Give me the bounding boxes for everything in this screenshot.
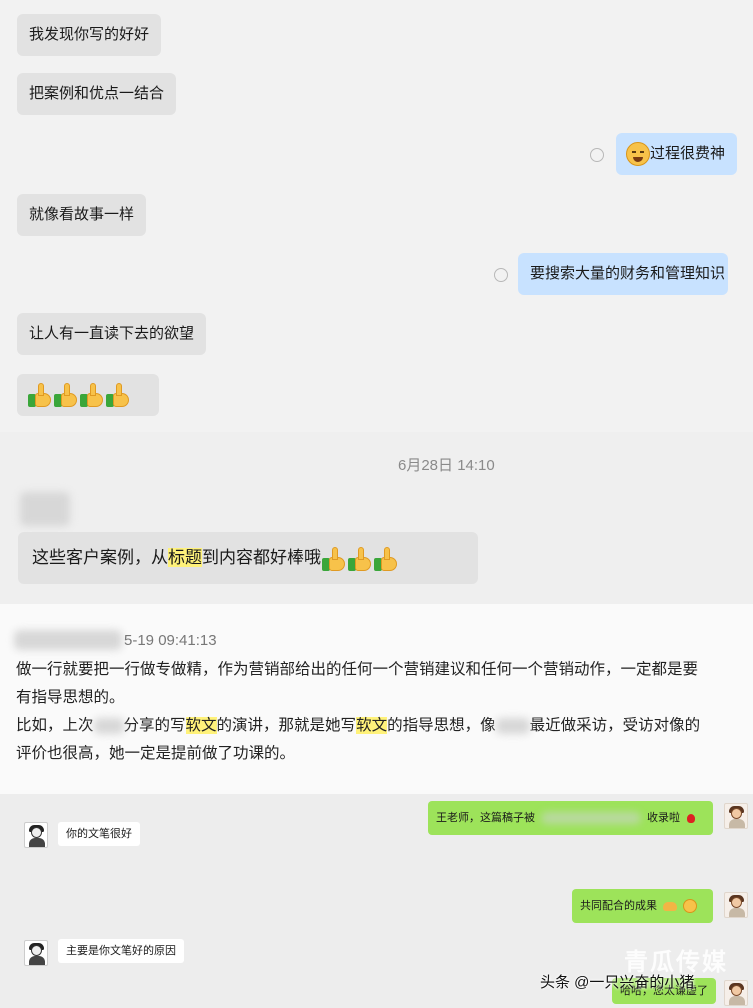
post-text: 最近做采访，受访对像的: [529, 717, 701, 734]
received-message[interactable]: 主要是你文笔好的原因: [58, 939, 184, 963]
highlighted-keyword: 软文: [356, 717, 388, 734]
thumbs-up-icon: [105, 381, 131, 409]
post-text: 的指导思想，像: [387, 717, 496, 734]
received-message[interactable]: 让人有一直读下去的欲望: [17, 313, 207, 355]
thumbs-up-icon: [53, 381, 79, 409]
post-line: 比如，上次 分享的写软文的演讲，那就是她写软文的指导思想，像 最近做采访，受访对像的: [16, 712, 744, 740]
avatar[interactable]: [724, 803, 748, 829]
chat-timestamp: 6月28日 14:10: [398, 457, 495, 474]
read-receipt-icon: [590, 148, 604, 162]
blurred-avatar: [20, 492, 70, 526]
post-text: 分享的写: [123, 717, 186, 734]
post-line: 评价也很高，她一定是提前做了功课的。: [16, 745, 296, 762]
message-text: 这些客户案例，从: [32, 548, 168, 567]
message-text: 收录啦: [647, 812, 680, 824]
received-message[interactable]: 把案例和优点一结合: [17, 73, 177, 115]
thumbs-up-icon: [347, 545, 373, 573]
highlighted-keyword: 软文: [185, 717, 217, 734]
sent-message[interactable]: 共同配合的成果: [572, 889, 713, 923]
received-message[interactable]: 就像看故事一样: [17, 194, 147, 236]
read-receipt-icon: [494, 268, 508, 282]
tired-face-emoji-icon: [626, 142, 650, 167]
avatar[interactable]: [24, 940, 48, 966]
thumbs-up-icon: [373, 545, 399, 573]
post-text: 比如，上次: [16, 717, 94, 734]
blurred-name: [495, 717, 530, 734]
post-timestamp: 5-19 09:41:13: [124, 632, 217, 649]
received-message[interactable]: 这些客户案例，从标题到内容都好棒哦: [18, 532, 478, 584]
source-watermark: 头条 @一只兴奋的小猪: [540, 974, 695, 991]
blurred-author-name: [14, 630, 122, 650]
sent-message-text: 过程很费神: [650, 145, 726, 162]
received-message[interactable]: 你的文笔很好: [58, 822, 140, 846]
post-text: 的演讲，那就是她写: [216, 717, 357, 734]
sent-message[interactable]: 要搜索大量的财务和管理知识: [518, 253, 728, 295]
message-text: 王老师，这篇稿子被: [436, 812, 535, 824]
avatar[interactable]: [724, 892, 748, 918]
highlighted-keyword: 标题: [168, 548, 202, 567]
post-line: 有指导思想的。: [16, 689, 125, 706]
handshake-icon: [663, 901, 678, 911]
avatar[interactable]: [724, 980, 748, 1006]
received-message[interactable]: 我发现你写的好好: [17, 14, 162, 56]
message-text: 共同配合的成果: [580, 900, 657, 912]
smile-emoji-icon: [683, 899, 698, 914]
sent-message[interactable]: 王老师，这篇稿子被 收录啦: [428, 801, 713, 835]
sent-message[interactable]: 过程很费神: [616, 133, 738, 175]
thumbs-up-icon: [321, 545, 347, 573]
thumbs-up-icon: [27, 381, 53, 409]
blurred-name: [93, 717, 124, 734]
post-line: 做一行就要把一行做专做精，作为营销部给出的任何一个营销建议和任何一个营销动作，一…: [16, 661, 699, 678]
avatar[interactable]: [24, 822, 48, 848]
post-body: 做一行就要把一行做专做精，作为营销部给出的任何一个营销建议和任何一个营销动作，一…: [16, 656, 744, 768]
thumbs-up-message[interactable]: [17, 374, 159, 416]
thumbs-up-icon: [79, 381, 105, 409]
rose-icon: [687, 813, 696, 823]
message-text: 到内容都好棒哦: [202, 548, 321, 567]
blurred-name: [541, 812, 641, 825]
